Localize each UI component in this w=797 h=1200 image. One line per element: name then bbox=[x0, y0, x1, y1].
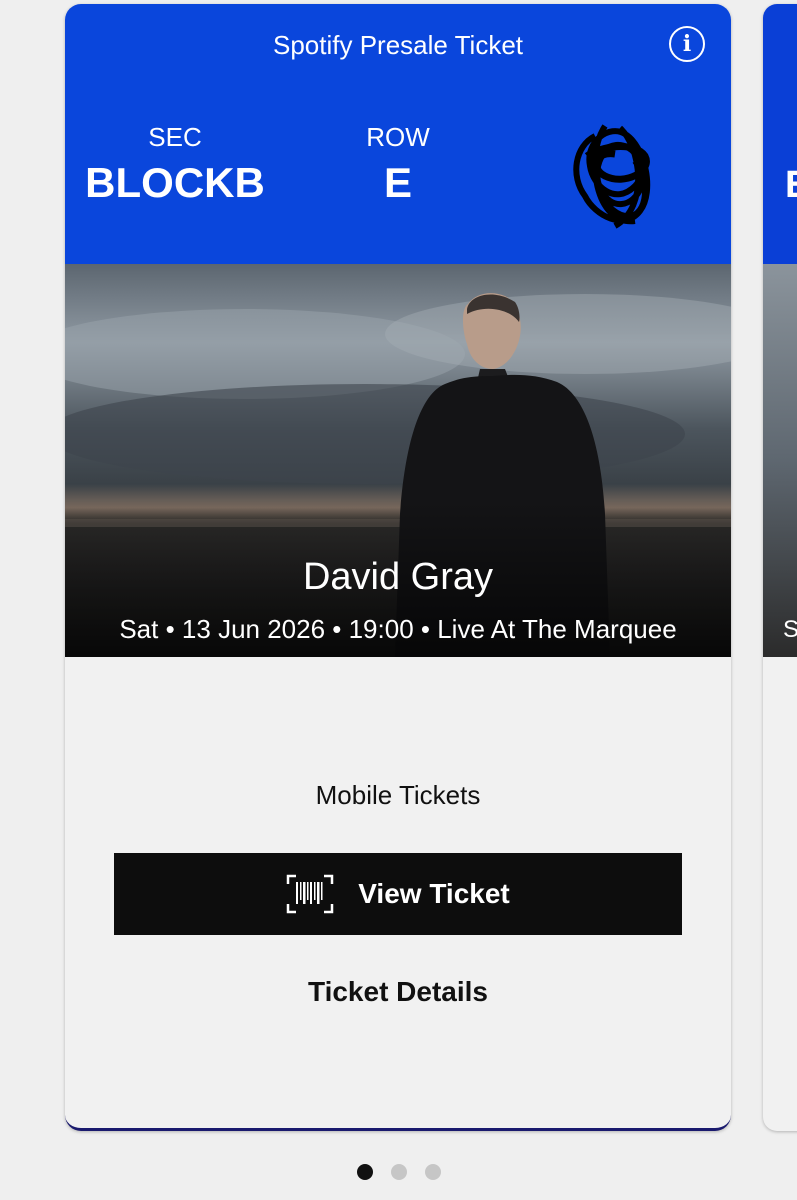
row-column: ROW E bbox=[298, 122, 498, 207]
ticket-title: Spotify Presale Ticket bbox=[273, 30, 523, 60]
ticket-card[interactable]: Spotify Presale Ticket i SEC BLOCKB ROW … bbox=[65, 4, 731, 1131]
row-value: E bbox=[383, 159, 412, 206]
ticket-details-link[interactable]: Ticket Details bbox=[65, 976, 731, 1008]
next-card-event-info: S bbox=[783, 616, 797, 643]
mobile-tickets-label: Mobile Tickets bbox=[315, 780, 481, 810]
next-card-photo bbox=[763, 264, 797, 657]
artist-name: David Gray bbox=[302, 556, 494, 598]
next-ticket-card-peek[interactable]: E S bbox=[763, 4, 797, 1131]
section-column: SEC BLOCKB bbox=[75, 122, 275, 207]
barcode-icon bbox=[287, 874, 334, 914]
row-label: ROW bbox=[366, 122, 430, 152]
next-card-header bbox=[763, 4, 797, 264]
info-icon[interactable]: i bbox=[669, 26, 705, 62]
page-indicator bbox=[0, 1164, 797, 1180]
view-ticket-button[interactable]: View Ticket bbox=[114, 853, 682, 935]
next-card-section-value: E bbox=[785, 164, 797, 207]
section-label: SEC bbox=[148, 122, 202, 152]
page-dot-3[interactable] bbox=[424, 1164, 441, 1180]
section-value: BLOCKB bbox=[85, 159, 265, 206]
ticket-header: Spotify Presale Ticket i SEC BLOCKB ROW … bbox=[65, 4, 731, 264]
seat-redaction-scribble bbox=[573, 124, 651, 229]
view-ticket-label: View Ticket bbox=[358, 878, 510, 909]
event-info: Sat • 13 Jun 2026 • 19:00 • Live At The … bbox=[119, 614, 677, 644]
page-dot-1[interactable] bbox=[356, 1164, 373, 1180]
page-dot-2[interactable] bbox=[390, 1164, 407, 1180]
